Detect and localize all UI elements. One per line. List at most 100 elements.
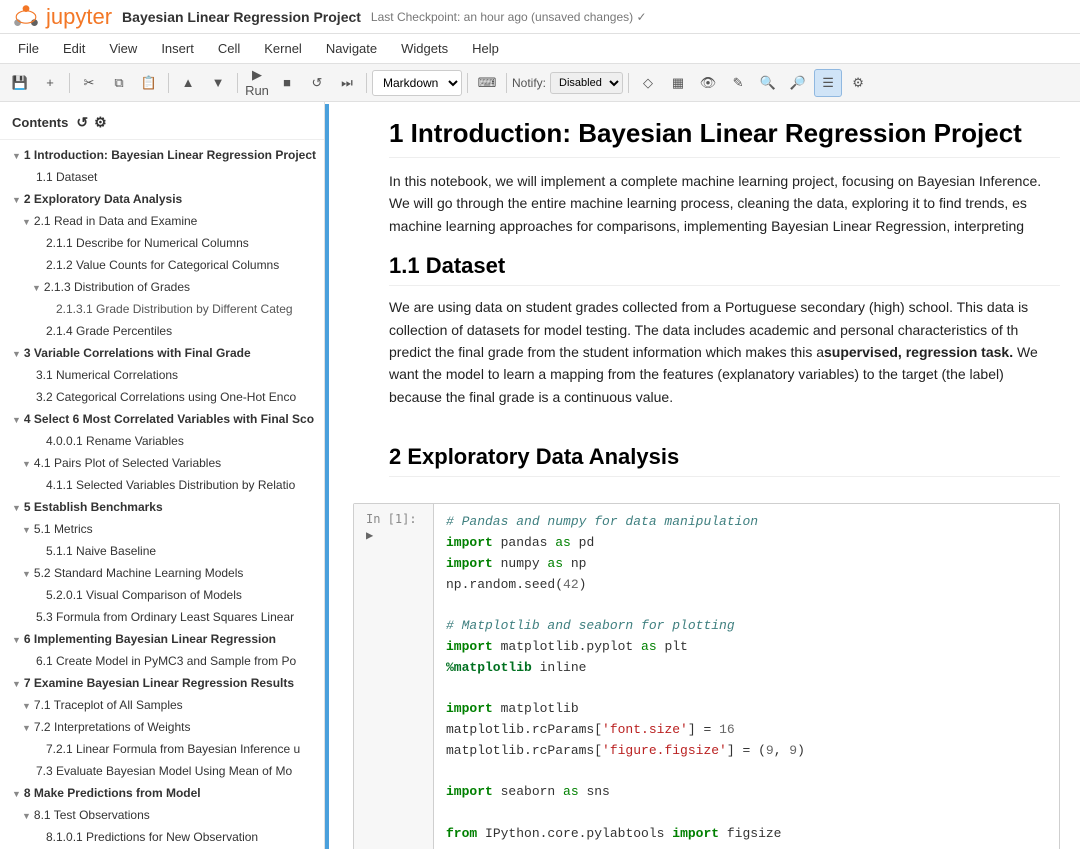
toc-item-5[interactable]: 2.1.2 Value Counts for Categorical Colum…	[0, 254, 324, 276]
toc-item-22[interactable]: 6 Implementing Bayesian Linear Regressio…	[0, 628, 324, 650]
toc-link-17[interactable]: 5.1 Metrics	[34, 522, 93, 536]
toc-link-2[interactable]: 2 Exploratory Data Analysis	[24, 192, 182, 206]
fast-forward-button[interactable]: ⏭	[333, 69, 361, 97]
move-up-button[interactable]: ▲	[174, 69, 202, 97]
toc-item-6[interactable]: 2.1.3 Distribution of Grades	[0, 276, 324, 298]
toc-arrow-down-12[interactable]	[12, 413, 21, 428]
toc-item-20[interactable]: 5.2.0.1 Visual Comparison of Models	[0, 584, 324, 606]
toc-settings-icon[interactable]: ⚙	[94, 114, 107, 131]
toc-arrow-down-25[interactable]	[22, 699, 31, 714]
toc-item-26[interactable]: 7.2 Interpretations of Weights	[0, 716, 324, 738]
toc-arrow-down-2[interactable]	[12, 193, 21, 208]
toc-link-31[interactable]: 8.1.0.1 Predictions for New Observation	[46, 830, 258, 844]
cut-button[interactable]: ✂	[75, 69, 103, 97]
toc-link-23[interactable]: 6.1 Create Model in PyMC3 and Sample fro…	[36, 654, 296, 668]
toc-arrow-down-0[interactable]	[12, 149, 21, 164]
menu-view[interactable]: View	[99, 38, 147, 59]
menu-insert[interactable]: Insert	[151, 38, 204, 59]
eye-button[interactable]: 👁	[694, 69, 722, 97]
code-cell[interactable]: In [1]: ▶ # Pandas and numpy for data ma…	[353, 503, 1060, 849]
toc-link-30[interactable]: 8.1 Test Observations	[34, 808, 150, 822]
toc-link-14[interactable]: 4.1 Pairs Plot of Selected Variables	[34, 456, 221, 470]
toc-item-13[interactable]: 4.0.0.1 Rename Variables	[0, 430, 324, 452]
toc-arrow-down-19[interactable]	[22, 567, 31, 582]
paste-button[interactable]: 📋	[135, 69, 163, 97]
restart-button[interactable]: ↺	[303, 69, 331, 97]
toc-link-8[interactable]: 2.1.4 Grade Percentiles	[46, 324, 172, 338]
search-button[interactable]: 🔍	[754, 69, 782, 97]
toc-item-28[interactable]: 7.3 Evaluate Bayesian Model Using Mean o…	[0, 760, 324, 782]
toc-link-29[interactable]: 8 Make Predictions from Model	[24, 786, 201, 800]
toc-link-4[interactable]: 2.1.1 Describe for Numerical Columns	[46, 236, 249, 250]
menu-navigate[interactable]: Navigate	[316, 38, 387, 59]
cell-type-select[interactable]: Markdown Code Raw	[372, 70, 462, 96]
table-button[interactable]: ▦	[664, 69, 692, 97]
toc-arrow-down-14[interactable]	[22, 457, 31, 472]
toc-link-1[interactable]: 1.1 Dataset	[36, 170, 97, 184]
toc-item-29[interactable]: 8 Make Predictions from Model	[0, 782, 324, 804]
toc-item-18[interactable]: 5.1.1 Naive Baseline	[0, 540, 324, 562]
code-body[interactable]: # Pandas and numpy for data manipulation…	[434, 504, 1059, 849]
toc-item-15[interactable]: 4.1.1 Selected Variables Distribution by…	[0, 474, 324, 496]
toc-arrow-down-17[interactable]	[22, 523, 31, 538]
menu-edit[interactable]: Edit	[53, 38, 95, 59]
menu-cell[interactable]: Cell	[208, 38, 250, 59]
toc-item-30[interactable]: 8.1 Test Observations	[0, 804, 324, 826]
toc-link-24[interactable]: 7 Examine Bayesian Linear Regression Res…	[24, 676, 294, 690]
toc-link-5[interactable]: 2.1.2 Value Counts for Categorical Colum…	[46, 258, 279, 272]
toc-link-26[interactable]: 7.2 Interpretations of Weights	[34, 720, 191, 734]
diamond-button[interactable]: ◇	[634, 69, 662, 97]
list-button[interactable]: ☰	[814, 69, 842, 97]
toc-item-9[interactable]: 3 Variable Correlations with Final Grade	[0, 342, 324, 364]
toc-item-27[interactable]: 7.2.1 Linear Formula from Bayesian Infer…	[0, 738, 324, 760]
add-cell-button[interactable]: +	[36, 69, 64, 97]
notify-select[interactable]: Disabled Enabled	[550, 72, 623, 94]
menu-file[interactable]: File	[8, 38, 49, 59]
toc-item-17[interactable]: 5.1 Metrics	[0, 518, 324, 540]
toc-item-7[interactable]: 2.1.3.1 Grade Distribution by Different …	[0, 298, 324, 320]
toc-link-10[interactable]: 3.1 Numerical Correlations	[36, 368, 178, 382]
keyboard-shortcut-button[interactable]: ⌨	[473, 69, 501, 97]
toc-item-25[interactable]: 7.1 Traceplot of All Samples	[0, 694, 324, 716]
toc-arrow-down-6[interactable]	[32, 281, 41, 296]
toc-item-2[interactable]: 2 Exploratory Data Analysis	[0, 188, 324, 210]
toc-link-12[interactable]: 4 Select 6 Most Correlated Variables wit…	[24, 412, 314, 426]
save-button[interactable]: 💾	[6, 69, 34, 97]
toc-arrow-down-3[interactable]	[22, 215, 31, 230]
toc-item-10[interactable]: 3.1 Numerical Correlations	[0, 364, 324, 386]
toc-link-21[interactable]: 5.3 Formula from Ordinary Least Squares …	[36, 610, 294, 624]
move-down-button[interactable]: ▼	[204, 69, 232, 97]
toc-item-12[interactable]: 4 Select 6 Most Correlated Variables wit…	[0, 408, 324, 430]
toc-link-0[interactable]: 1 Introduction: Bayesian Linear Regressi…	[24, 148, 316, 162]
toc-link-13[interactable]: 4.0.0.1 Rename Variables	[46, 434, 184, 448]
interrupt-button[interactable]: ■	[273, 69, 301, 97]
toc-link-22[interactable]: 6 Implementing Bayesian Linear Regressio…	[24, 632, 276, 646]
toc-item-8[interactable]: 2.1.4 Grade Percentiles	[0, 320, 324, 342]
settings-button[interactable]: ⚙	[844, 69, 872, 97]
toc-item-24[interactable]: 7 Examine Bayesian Linear Regression Res…	[0, 672, 324, 694]
toc-link-19[interactable]: 5.2 Standard Machine Learning Models	[34, 566, 243, 580]
toc-link-16[interactable]: 5 Establish Benchmarks	[24, 500, 163, 514]
toc-item-0[interactable]: 1 Introduction: Bayesian Linear Regressi…	[0, 144, 324, 166]
toc-arrow-down-29[interactable]	[12, 787, 21, 802]
toc-link-27[interactable]: 7.2.1 Linear Formula from Bayesian Infer…	[46, 742, 300, 756]
toc-link-6[interactable]: 2.1.3 Distribution of Grades	[44, 280, 190, 294]
toc-item-11[interactable]: 3.2 Categorical Correlations using One-H…	[0, 386, 324, 408]
zoom-out-button[interactable]: 🔎	[784, 69, 812, 97]
run-arrow[interactable]: ▶	[366, 528, 373, 542]
toc-link-3[interactable]: 2.1 Read in Data and Examine	[34, 214, 197, 228]
toc-link-7[interactable]: 2.1.3.1 Grade Distribution by Different …	[56, 302, 293, 316]
toc-item-1[interactable]: 1.1 Dataset	[0, 166, 324, 188]
toc-arrow-down-30[interactable]	[22, 809, 31, 824]
toc-arrow-down-9[interactable]	[12, 347, 21, 362]
run-button[interactable]: ▶ Run	[243, 69, 271, 97]
toc-refresh-icon[interactable]: ↺	[76, 114, 88, 131]
menu-widgets[interactable]: Widgets	[391, 38, 458, 59]
toc-item-16[interactable]: 5 Establish Benchmarks	[0, 496, 324, 518]
toc-item-21[interactable]: 5.3 Formula from Ordinary Least Squares …	[0, 606, 324, 628]
toc-link-25[interactable]: 7.1 Traceplot of All Samples	[34, 698, 183, 712]
pencil-button[interactable]: ✎	[724, 69, 752, 97]
toc-arrow-down-24[interactable]	[12, 677, 21, 692]
toc-item-3[interactable]: 2.1 Read in Data and Examine	[0, 210, 324, 232]
toc-item-23[interactable]: 6.1 Create Model in PyMC3 and Sample fro…	[0, 650, 324, 672]
